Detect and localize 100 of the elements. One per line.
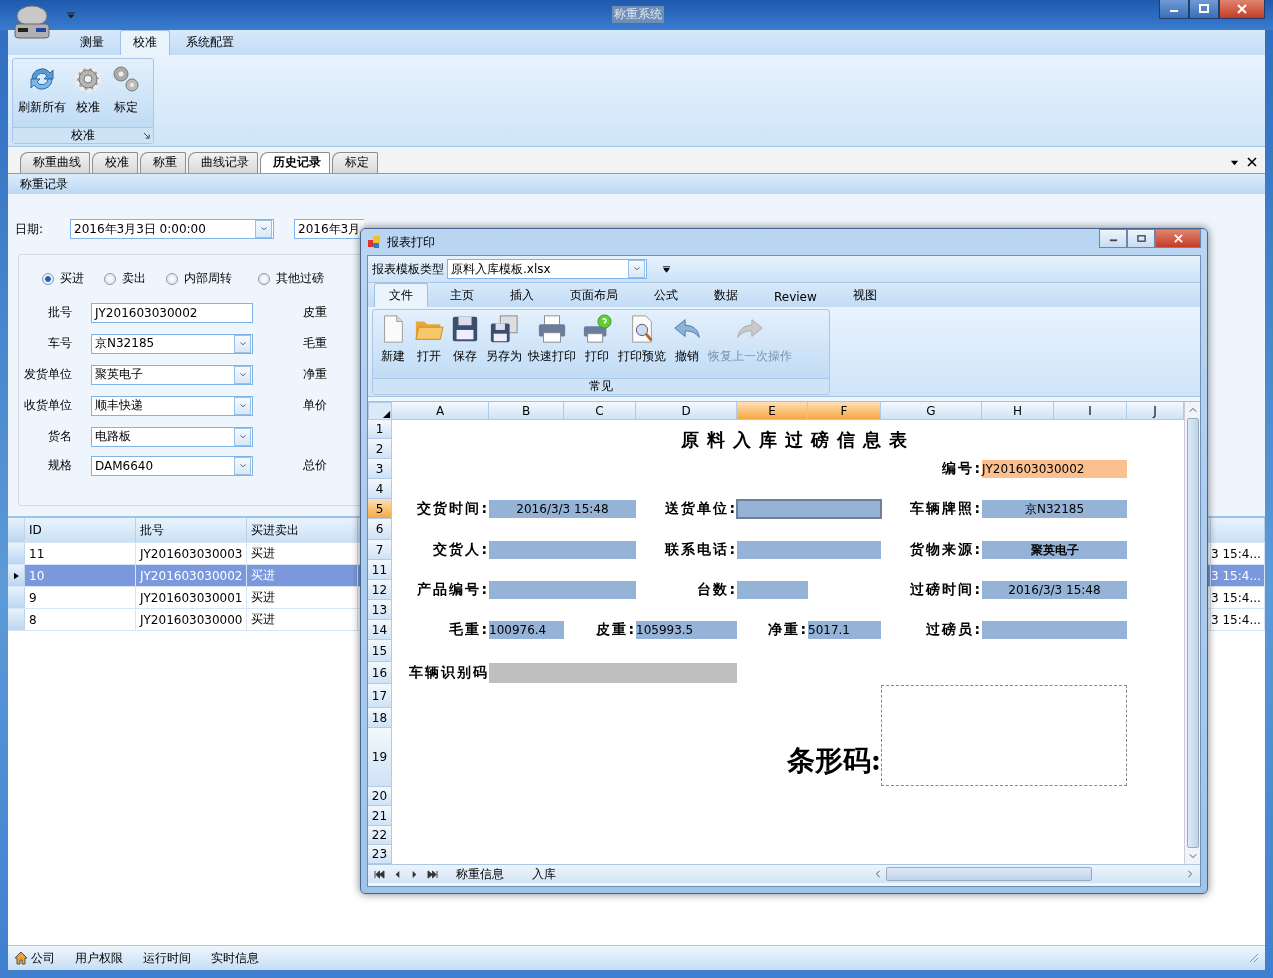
row-header[interactable]: 17: [368, 684, 392, 708]
column-header[interactable]: A: [392, 402, 489, 420]
row-header[interactable]: [8, 565, 25, 586]
row-header[interactable]: 11: [368, 560, 392, 580]
row-header[interactable]: 6: [368, 519, 392, 540]
scroll-thumb[interactable]: [886, 867, 1092, 881]
radio-option[interactable]: 其他过磅: [258, 270, 324, 287]
ribbon-tab[interactable]: 系统配置: [174, 31, 246, 55]
input-field[interactable]: JY201603030002: [91, 302, 253, 323]
document-tab[interactable]: 称重: [140, 152, 186, 173]
radio-option[interactable]: 卖出: [104, 270, 146, 287]
column-header[interactable]: G: [881, 402, 982, 420]
combo-box[interactable]: 电路板: [91, 426, 253, 447]
ribbon-tab[interactable]: 视图: [838, 284, 891, 307]
chevron-left-icon[interactable]: [874, 870, 882, 878]
radio-option[interactable]: 内部周转: [166, 270, 232, 287]
column-header[interactable]: F: [808, 402, 881, 420]
close-button[interactable]: [1155, 228, 1201, 248]
template-combo-box[interactable]: 原料入库模板.xlsx: [447, 259, 647, 279]
column-header[interactable]: J: [1127, 402, 1184, 420]
column-header[interactable]: C: [564, 402, 636, 420]
ribbon-button[interactable]: 新建: [375, 312, 411, 378]
ribbon-button[interactable]: 打印: [579, 312, 615, 378]
document-tab[interactable]: 校准: [92, 152, 138, 173]
combo-box[interactable]: 京N32185: [91, 333, 253, 354]
column-header[interactable]: 批号: [136, 518, 247, 542]
row-header[interactable]: 20: [368, 787, 392, 806]
column-header[interactable]: H: [982, 402, 1054, 420]
ribbon-tab[interactable]: 主页: [436, 284, 488, 307]
date-to-picker[interactable]: 2016年3月: [294, 219, 364, 239]
previous-sheet-icon[interactable]: [393, 869, 402, 879]
radio-option[interactable]: 买进: [42, 270, 84, 287]
chevron-down-icon[interactable]: [1188, 852, 1197, 860]
row-header[interactable]: 3: [368, 459, 392, 479]
column-header[interactable]: 买进卖出: [247, 518, 358, 542]
ribbon-tab[interactable]: 测量: [68, 31, 116, 55]
next-sheet-icon[interactable]: [410, 869, 419, 879]
ribbon-button[interactable]: 刷新所有: [15, 61, 69, 127]
scroll-thumb[interactable]: [1186, 418, 1199, 848]
ribbon-button[interactable]: 撤销: [669, 312, 705, 378]
chevron-right-icon[interactable]: [1186, 870, 1194, 878]
row-header[interactable]: 19: [368, 728, 392, 787]
document-tab[interactable]: 历史记录: [260, 152, 330, 173]
sheet-tab[interactable]: 称重信息: [446, 865, 514, 883]
ribbon-button[interactable]: 打印预览: [615, 312, 669, 378]
ribbon-button[interactable]: 打开: [411, 312, 447, 378]
ribbon-tab[interactable]: 校准: [120, 30, 170, 55]
row-header[interactable]: 5: [368, 499, 392, 519]
combo-box[interactable]: 顺丰快递: [91, 395, 253, 416]
row-header[interactable]: 4: [368, 479, 392, 499]
first-sheet-icon[interactable]: [374, 869, 385, 879]
row-header[interactable]: 12: [368, 580, 392, 600]
launcher-icon[interactable]: [143, 132, 150, 139]
minimize-button[interactable]: [1159, 0, 1189, 19]
resize-grip-icon[interactable]: [1249, 953, 1259, 963]
date-from-picker[interactable]: 2016年3月3日 0:00:00: [70, 219, 274, 239]
row-header[interactable]: 15: [368, 640, 392, 662]
row-header[interactable]: 1: [368, 420, 392, 439]
ribbon-button[interactable]: 保存: [447, 312, 483, 378]
status-item: 用户权限: [75, 949, 123, 967]
row-header[interactable]: 16: [368, 662, 392, 684]
row-header[interactable]: 21: [368, 806, 392, 826]
document-tab[interactable]: 称重曲线: [20, 152, 90, 173]
minimize-button[interactable]: [1099, 228, 1127, 248]
row-header[interactable]: 22: [368, 826, 392, 845]
restore-button[interactable]: [1127, 228, 1155, 248]
vertical-scrollbar[interactable]: [1184, 402, 1200, 864]
document-tab[interactable]: 标定: [332, 152, 378, 173]
sheet-tab[interactable]: 入库: [522, 865, 566, 883]
column-header[interactable]: ID: [25, 518, 136, 542]
ribbon-tab[interactable]: Review: [760, 287, 831, 307]
column-header[interactable]: I: [1054, 402, 1127, 420]
dropdown-icon[interactable]: [662, 264, 671, 274]
ribbon-tab[interactable]: 插入: [496, 284, 548, 307]
ribbon-button[interactable]: 另存为: [483, 312, 525, 378]
row-header[interactable]: 7: [368, 540, 392, 560]
column-header[interactable]: B: [489, 402, 564, 420]
chevron-up-icon[interactable]: [1188, 406, 1197, 414]
ribbon-button[interactable]: 快速打印: [525, 312, 579, 378]
ribbon-button[interactable]: 标定: [107, 61, 145, 127]
column-header[interactable]: D: [636, 402, 737, 420]
caret-icon[interactable]: [66, 10, 76, 20]
document-tab[interactable]: 曲线记录: [188, 152, 258, 173]
row-header[interactable]: 13: [368, 600, 392, 620]
column-header[interactable]: E: [737, 402, 808, 420]
maximize-button[interactable]: [1189, 0, 1219, 19]
ribbon-button[interactable]: 校准: [69, 61, 107, 127]
combo-box[interactable]: DAM6640: [91, 455, 253, 476]
row-header[interactable]: 14: [368, 620, 392, 640]
combo-box[interactable]: 聚英电子: [91, 364, 253, 385]
close-button[interactable]: [1219, 0, 1265, 19]
close-icon[interactable]: [1247, 157, 1257, 167]
row-header[interactable]: 2: [368, 439, 392, 459]
ribbon-tab[interactable]: 文件: [374, 283, 428, 307]
ribbon-tab[interactable]: 数据: [700, 284, 752, 307]
ribbon-tab[interactable]: 公式: [640, 284, 692, 307]
ribbon-tab[interactable]: 页面布局: [556, 284, 632, 307]
last-sheet-icon[interactable]: [427, 869, 438, 879]
row-header[interactable]: 18: [368, 708, 392, 728]
row-header[interactable]: 23: [368, 845, 392, 864]
